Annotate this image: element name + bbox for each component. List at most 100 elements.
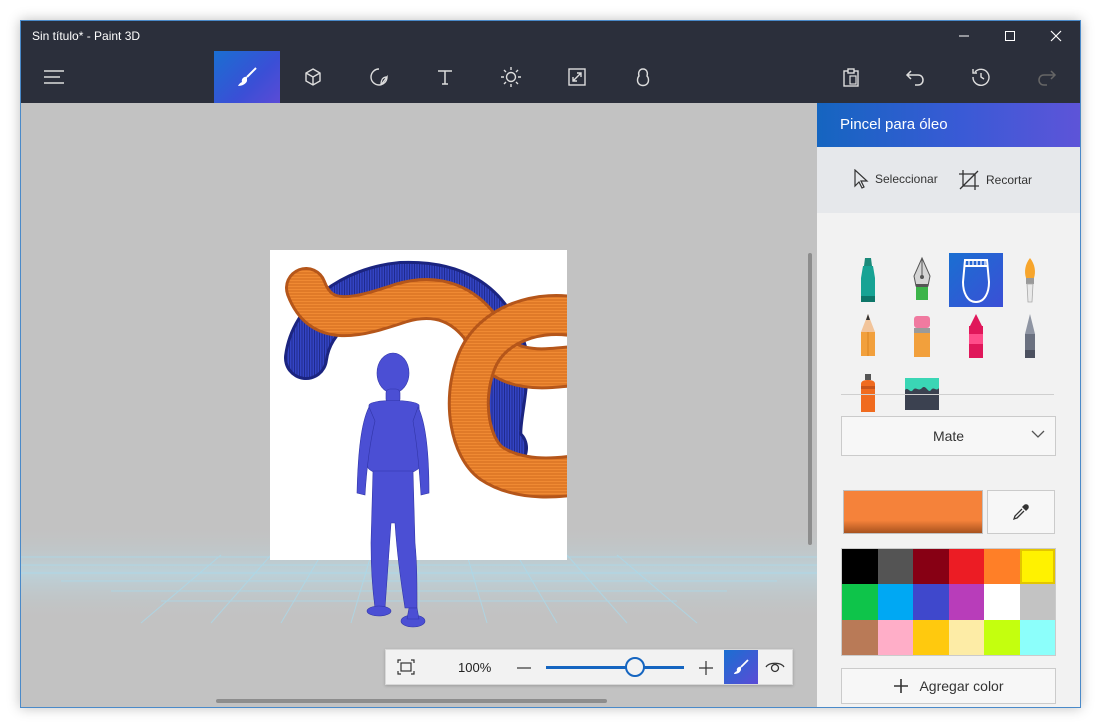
color-swatch[interactable] — [877, 584, 913, 620]
color-swatch[interactable] — [948, 549, 984, 585]
paint-strokes — [284, 260, 567, 628]
title-bar: Sin título* - Paint 3D — [21, 21, 1080, 51]
minimize-button[interactable] — [941, 21, 987, 51]
view-button[interactable] — [758, 650, 792, 684]
tool-stickers[interactable] — [346, 51, 412, 103]
close-button[interactable] — [1033, 21, 1079, 51]
paint3d-window: Sin título* - Paint 3D 100% Pincel para … — [20, 20, 1081, 708]
marker-icon — [861, 258, 875, 302]
select-crop-row: Seleccionar Recortar — [817, 147, 1080, 213]
color-swatch[interactable] — [913, 549, 949, 585]
tool-3d-shapes[interactable] — [280, 51, 346, 103]
fit-to-screen-button[interactable] — [386, 650, 426, 684]
horizontal-scrollbar[interactable] — [216, 699, 607, 703]
cursor-icon — [854, 169, 869, 189]
resize-icon — [568, 68, 586, 86]
plus-icon — [894, 679, 909, 693]
paste-icon — [843, 68, 859, 87]
undo-icon — [905, 70, 924, 86]
watercolor-icon — [1025, 258, 1035, 303]
canvas-workspace[interactable]: 100% — [21, 103, 817, 707]
eyedropper-button[interactable] — [987, 490, 1055, 534]
brush-oil[interactable] — [949, 253, 1003, 307]
add-color-button[interactable]: Agregar color — [841, 668, 1056, 704]
zoom-slider-thumb[interactable] — [625, 657, 645, 677]
oil-brush-icon — [961, 259, 991, 304]
color-swatch[interactable] — [842, 549, 878, 585]
brush-fill[interactable] — [895, 365, 949, 419]
tool-brushes[interactable] — [214, 51, 280, 103]
tool-canvas[interactable] — [544, 51, 610, 103]
brush-spray-can[interactable] — [841, 365, 895, 419]
redo-button[interactable] — [1014, 51, 1080, 103]
history-button[interactable] — [948, 51, 1014, 103]
brush-calligraphy-pen[interactable] — [895, 253, 949, 307]
vertical-scrollbar[interactable] — [808, 253, 812, 545]
minus-icon — [517, 667, 531, 669]
brush-watercolor[interactable] — [1003, 253, 1057, 307]
brush-crayon[interactable] — [949, 309, 1003, 363]
panel-title: Pincel para óleo — [840, 116, 948, 133]
fill-bucket-icon — [905, 378, 939, 410]
finish-dropdown[interactable]: Mate — [841, 416, 1056, 456]
zoom-percent: 100% — [458, 660, 492, 675]
zoom-in-button[interactable] — [696, 658, 716, 678]
current-color-swatch[interactable] — [843, 490, 983, 534]
close-icon — [1050, 30, 1062, 42]
maximize-icon — [1005, 31, 1015, 41]
undo-button[interactable] — [882, 51, 948, 103]
zoom-slider-track[interactable] — [546, 666, 684, 669]
cube-icon — [305, 68, 321, 86]
color-swatch[interactable] — [877, 619, 913, 655]
text-icon — [438, 70, 452, 85]
calligraphy-pen-icon — [913, 256, 931, 300]
color-swatch[interactable] — [842, 619, 878, 655]
brush-icon — [734, 659, 749, 674]
color-swatch[interactable] — [877, 549, 913, 585]
color-swatch[interactable] — [948, 584, 984, 620]
color-swatch[interactable] — [984, 549, 1020, 585]
pencil-icon — [861, 314, 875, 356]
panel-header: Pincel para óleo — [817, 103, 1080, 147]
color-swatch[interactable] — [842, 584, 878, 620]
color-swatch[interactable] — [1019, 584, 1055, 620]
paste-button[interactable] — [818, 51, 884, 103]
brush-marker[interactable] — [841, 253, 895, 307]
maximize-button[interactable] — [987, 21, 1033, 51]
menu-button[interactable] — [21, 51, 87, 103]
brush-view-button[interactable] — [724, 650, 758, 684]
pixel-pen-icon — [1025, 314, 1035, 358]
minimize-icon — [959, 35, 969, 37]
color-swatch[interactable] — [913, 619, 949, 655]
tool-text[interactable] — [412, 51, 478, 103]
color-swatch[interactable] — [1019, 549, 1055, 585]
brush-pencil[interactable] — [841, 309, 895, 363]
chevron-down-icon — [1031, 430, 1045, 438]
sun-icon — [501, 67, 521, 87]
color-swatch[interactable] — [1019, 619, 1055, 655]
crayon-icon — [969, 314, 983, 358]
color-swatch[interactable] — [984, 584, 1020, 620]
color-swatch[interactable] — [984, 619, 1020, 655]
color-swatch[interactable] — [948, 619, 984, 655]
select-label: Seleccionar — [875, 172, 938, 186]
add-color-label: Agregar color — [919, 678, 1004, 694]
brush-eraser[interactable] — [895, 309, 949, 363]
crop-label: Recortar — [986, 173, 1033, 187]
tool-3d-library[interactable] — [610, 51, 676, 103]
select-button[interactable]: Seleccionar — [853, 169, 938, 189]
color-swatch[interactable] — [913, 584, 949, 620]
crop-icon — [959, 170, 979, 190]
plus-icon — [699, 661, 713, 675]
crop-button[interactable]: Recortar — [958, 169, 1032, 191]
redo-icon — [1038, 70, 1057, 86]
brush-pixel-pen[interactable] — [1003, 309, 1057, 363]
brushes-panel: Pincel para óleo Seleccionar Recortar Ma… — [817, 103, 1080, 707]
history-icon — [972, 68, 990, 86]
hamburger-menu-icon — [44, 70, 64, 84]
window-title: Sin título* - Paint 3D — [32, 29, 141, 43]
tool-effects[interactable] — [478, 51, 544, 103]
panel-divider — [841, 394, 1054, 395]
fit-screen-icon — [397, 659, 415, 675]
zoom-out-button[interactable] — [514, 658, 534, 678]
